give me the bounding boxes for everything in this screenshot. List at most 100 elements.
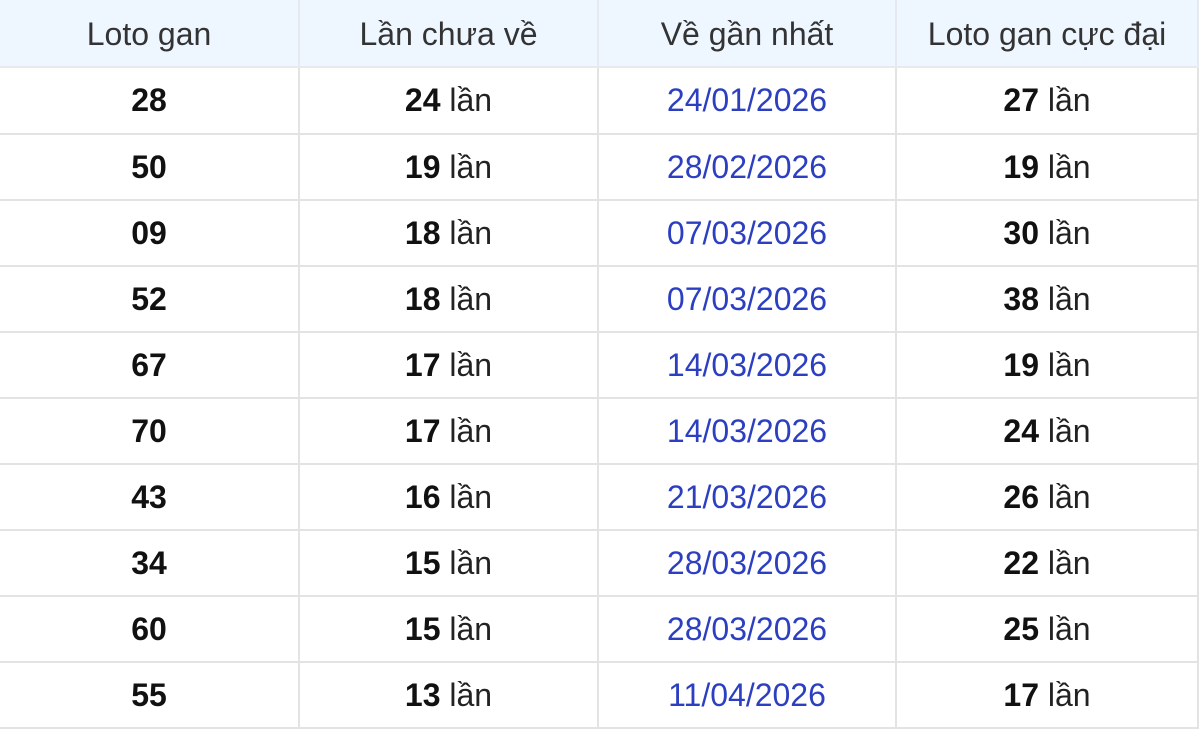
absent-count-unit: lần (449, 478, 493, 515)
absent-count-cell: 15 lần (298, 529, 599, 597)
loto-number: 60 (131, 610, 167, 647)
loto-number-cell: 70 (0, 397, 300, 465)
absent-count-unit: lần (449, 346, 493, 383)
last-seen-cell: 24/01/2026 (597, 66, 897, 135)
loto-number: 28 (131, 82, 167, 118)
table-row: 43 16 lần 21/03/2026 26 lần (0, 463, 1199, 531)
absent-count-value: 18 (404, 280, 441, 317)
header-absent-count: Lần chưa về (298, 0, 599, 68)
max-gap-value: 19 (1003, 148, 1039, 185)
max-gap-cell: 17 lần (895, 661, 1199, 729)
max-gap-cell: 26 lần (895, 463, 1199, 531)
absent-count-cell: 24 lần (298, 66, 599, 135)
header-last-seen: Về gần nhất (597, 0, 897, 68)
last-seen-date-link[interactable]: 14/03/2026 (667, 347, 827, 383)
max-gap-unit: lần (1047, 676, 1091, 713)
max-gap-value: 26 (1003, 478, 1039, 515)
loto-number-cell: 09 (0, 199, 300, 267)
table-row: 34 15 lần 28/03/2026 22 lần (0, 529, 1199, 597)
absent-count-value: 19 (404, 148, 441, 185)
loto-gan-table: Loto gan Lần chưa về Về gần nhất Loto ga… (0, 0, 1199, 729)
table-row: 55 13 lần 11/04/2026 17 lần (0, 661, 1199, 729)
header-max-gap: Loto gan cực đại (895, 0, 1199, 68)
loto-number: 67 (131, 346, 167, 383)
last-seen-date-link[interactable]: 14/03/2026 (667, 413, 827, 449)
absent-count-value: 15 (404, 610, 441, 647)
loto-number: 34 (131, 544, 167, 581)
absent-count-unit: lần (449, 214, 493, 251)
absent-count-value: 17 (404, 412, 441, 449)
absent-count-value: 17 (404, 346, 441, 383)
max-gap-value: 27 (1003, 82, 1039, 118)
table-row: 70 17 lần 14/03/2026 24 lần (0, 397, 1199, 465)
max-gap-unit: lần (1047, 478, 1091, 515)
table-row: 67 17 lần 14/03/2026 19 lần (0, 331, 1199, 399)
last-seen-date-link[interactable]: 28/02/2026 (667, 149, 827, 185)
max-gap-cell: 22 lần (895, 529, 1199, 597)
last-seen-cell: 14/03/2026 (597, 397, 897, 465)
max-gap-cell: 24 lần (895, 397, 1199, 465)
table-row: 52 18 lần 07/03/2026 38 lần (0, 265, 1199, 333)
max-gap-cell: 19 lần (895, 331, 1199, 399)
last-seen-date-link[interactable]: 28/03/2026 (667, 545, 827, 581)
loto-number-cell: 43 (0, 463, 300, 531)
table-header-row: Loto gan Lần chưa về Về gần nhất Loto ga… (0, 0, 1199, 68)
table-row: 60 15 lần 28/03/2026 25 lần (0, 595, 1199, 663)
max-gap-unit: lần (1047, 148, 1091, 185)
max-gap-value: 22 (1003, 544, 1039, 581)
absent-count-unit: lần (449, 412, 493, 449)
absent-count-value: 16 (404, 478, 441, 515)
last-seen-cell: 21/03/2026 (597, 463, 897, 531)
max-gap-unit: lần (1047, 544, 1091, 581)
header-loto-gan: Loto gan (0, 0, 300, 68)
max-gap-unit: lần (1047, 412, 1091, 449)
absent-count-cell: 17 lần (298, 331, 599, 399)
max-gap-cell: 38 lần (895, 265, 1199, 333)
last-seen-cell: 14/03/2026 (597, 331, 897, 399)
absent-count-value: 13 (404, 676, 441, 713)
last-seen-cell: 11/04/2026 (597, 661, 897, 729)
absent-count-cell: 18 lần (298, 265, 599, 333)
max-gap-cell: 25 lần (895, 595, 1199, 663)
last-seen-date-link[interactable]: 21/03/2026 (667, 479, 827, 515)
loto-number: 50 (131, 148, 167, 185)
loto-number: 52 (131, 280, 167, 317)
max-gap-unit: lần (1047, 82, 1091, 118)
last-seen-date-link[interactable]: 24/01/2026 (667, 82, 827, 118)
loto-number: 09 (131, 214, 167, 251)
last-seen-cell: 28/02/2026 (597, 133, 897, 201)
absent-count-unit: lần (449, 280, 493, 317)
max-gap-value: 19 (1003, 346, 1039, 383)
loto-number-cell: 34 (0, 529, 300, 597)
max-gap-cell: 27 lần (895, 66, 1199, 135)
last-seen-date-link[interactable]: 11/04/2026 (668, 677, 826, 713)
loto-number: 43 (131, 478, 167, 515)
max-gap-value: 38 (1003, 280, 1039, 317)
absent-count-value: 18 (404, 214, 441, 251)
loto-number-cell: 55 (0, 661, 300, 729)
last-seen-cell: 28/03/2026 (597, 529, 897, 597)
table-body: 28 24 lần 24/01/2026 27 lần 50 19 lần 28/02/20… (0, 66, 1199, 729)
last-seen-date-link[interactable]: 07/03/2026 (667, 215, 827, 251)
max-gap-cell: 19 lần (895, 133, 1199, 201)
max-gap-value: 24 (1003, 412, 1039, 449)
table-row: 09 18 lần 07/03/2026 30 lần (0, 199, 1199, 267)
max-gap-value: 30 (1003, 214, 1039, 251)
absent-count-unit: lần (449, 610, 493, 647)
loto-number-cell: 28 (0, 66, 300, 135)
loto-number-cell: 52 (0, 265, 300, 333)
absent-count-cell: 18 lần (298, 199, 599, 267)
last-seen-date-link[interactable]: 28/03/2026 (667, 611, 827, 647)
last-seen-cell: 28/03/2026 (597, 595, 897, 663)
max-gap-unit: lần (1047, 610, 1091, 647)
absent-count-cell: 17 lần (298, 397, 599, 465)
max-gap-unit: lần (1047, 346, 1091, 383)
absent-count-cell: 13 lần (298, 661, 599, 729)
last-seen-cell: 07/03/2026 (597, 199, 897, 267)
loto-number: 55 (131, 676, 167, 713)
loto-number-cell: 67 (0, 331, 300, 399)
table-row: 50 19 lần 28/02/2026 19 lần (0, 133, 1199, 201)
max-gap-value: 17 (1003, 676, 1039, 713)
loto-number-cell: 50 (0, 133, 300, 201)
last-seen-date-link[interactable]: 07/03/2026 (667, 281, 827, 317)
